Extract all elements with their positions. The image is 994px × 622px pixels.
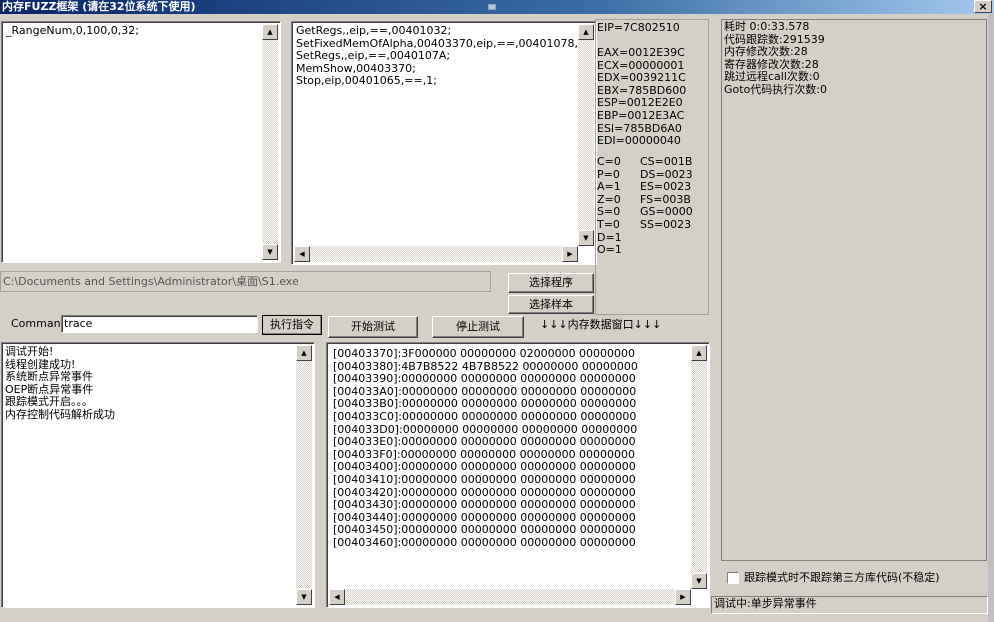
eip-register: EIP=7C802510 [597,21,680,34]
scroll-down-icon[interactable]: ▼ [691,573,707,589]
script-line: Stop,eip,00401065,==,1; [296,74,437,88]
execute-command-button[interactable]: 执行指令 [262,315,322,335]
flag-registers: C=0 P=0 A=1 Z=0 S=0 T=0 D=1 O=1 [597,155,622,257]
memory-vscroll[interactable]: ▲ ▼ [691,345,707,589]
log-line: 系统断点异常事件 [5,370,93,384]
skip-third-party-label: 跟踪模式时不跟踪第三方库代码(不稳定) [744,571,940,584]
scroll-left-icon[interactable]: ◀ [329,589,345,605]
scroll-right-icon[interactable]: ▶ [675,589,691,605]
stats-text: 耗时 0:0:33.578 代码跟踪数:291539 内存修改次数:28 寄存器修改次… [724,20,828,97]
memory-text: [00403370]:3F000000 00000000 02000000 00… [333,347,638,550]
log-textarea[interactable]: 调试开始! 线程创建成功! 系统断点异常事件 OEP断点异常事件 跟踪模式开启。。。 内存… [1,342,315,608]
register-value: EDX=0039211C [597,71,686,85]
range-text: _RangeNum,0,100,0,32; [6,24,139,38]
script-text: GetRegs,,eip,==,00401032; SetFixedMemOfAl… [296,24,589,88]
program-path-field[interactable]: C:\Documents and Settings\Administrator\… [0,271,491,292]
range-line: _RangeNum,0,100,0,32; [6,24,139,37]
memory-line: [00403430]:00000000 00000000 00000000 00… [333,498,636,512]
scroll-up-icon[interactable]: ▲ [262,24,278,40]
script-line: SetRegs,,eip,==,0040107A; [296,49,451,63]
status-bar: 调试中:单步异常事件 [711,596,988,614]
window-titlebar[interactable]: 内存FUZZ框架 (请在32位系统下使用) × [0,0,994,14]
log-line: 内存控制代码解析成功 [5,407,115,421]
log-vscroll[interactable]: ▲ ▼ [296,345,312,605]
general-registers: EAX=0012E39C ECX=00000001 EDX=0039211C EBX=… [597,46,686,148]
log-text: 调试开始! 线程创建成功! 系统断点异常事件 OEP断点异常事件 跟踪模式开启。。。 内存… [5,345,115,422]
skip-third-party-checkbox[interactable] [727,572,739,584]
stat-line: 耗时 0:0:33.578 [724,20,810,33]
segment-value: CS=001B [640,155,693,168]
window-edge [988,14,994,622]
scroll-up-icon[interactable]: ▲ [691,345,707,361]
command-input[interactable]: trace [61,315,258,333]
flag-value: O=1 [597,243,622,257]
select-program-button[interactable]: 选择程序 [508,273,594,293]
register-value: EBP=0012E3AC [597,108,685,122]
flag-value: T=0 [597,217,620,231]
select-sample-button[interactable]: 选择样本 [508,295,594,314]
stats-panel: 耗时 0:0:33.578 代码跟踪数:291539 内存修改次数:28 寄存器修改次… [721,19,987,561]
segment-registers: CS=001B DS=0023 ES=0023 FS=003B GS=0000 SS=00… [640,155,693,232]
scroll-right-icon[interactable]: ▶ [562,246,578,262]
range-vscroll[interactable]: ▲ ▼ [262,24,278,260]
script-textarea[interactable]: GetRegs,,eip,==,00401032; SetFixedMemOfAl… [291,21,597,265]
memory-line: [00403390]:00000000 00000000 00000000 00… [333,372,636,386]
memory-textarea[interactable]: [00403370]:3F000000 00000000 02000000 00… [326,342,710,608]
window-title: 内存FUZZ框架 (请在32位系统下使用) [2,0,196,13]
titlebar-grip [488,4,496,10]
register-value: EDI=00000040 [597,134,681,148]
log-line: 调试开始! [5,345,54,358]
script-line: GetRegs,,eip,==,00401032; [296,24,452,37]
scroll-up-icon[interactable]: ▲ [296,345,312,361]
start-test-button[interactable]: 开始测试 [328,316,418,338]
scroll-down-icon[interactable]: ▼ [296,589,312,605]
flag-value: A=1 [597,180,621,194]
memory-hscroll[interactable]: ◀ ▶ [329,589,691,605]
range-textarea[interactable]: _RangeNum,0,100,0,32; ▲ ▼ [1,21,281,263]
close-button[interactable]: × [974,0,992,13]
memory-line: [00403410]:00000000 00000000 00000000 00… [333,472,636,486]
scroll-down-icon[interactable]: ▼ [578,230,594,246]
stat-line: Goto代码执行次数:0 [724,82,828,96]
memory-line: [00403370]:3F000000 00000000 02000000 00… [333,347,636,360]
memory-line: [00403460]:00000000 00000000 00000000 00… [333,535,636,549]
script-hscroll[interactable]: ◀ ▶ [294,246,578,262]
registers-panel: EIP=7C802510 EAX=0012E39C ECX=00000001 EDX… [595,19,709,315]
scroll-up-icon[interactable]: ▲ [578,24,594,40]
memory-window-label: ↓↓↓内存数据窗口↓↓↓ [540,318,662,331]
script-vscroll[interactable]: ▲ ▼ [578,24,594,246]
scroll-down-icon[interactable]: ▼ [262,244,278,260]
scroll-left-icon[interactable]: ◀ [294,246,310,262]
register-value: EAX=0012E39C [597,46,685,59]
stat-line: 内存修改次数:28 [724,45,808,59]
flag-value: C=0 [597,155,621,168]
segment-value: ES=0023 [640,180,692,194]
segment-value: SS=0023 [640,217,692,231]
memory-line: [004033C0]:00000000 00000000 00000000 00… [333,409,637,423]
stop-test-button[interactable]: 停止测试 [432,316,524,338]
memory-line: [004033E0]:00000000 00000000 00000000 00… [333,435,636,449]
command-label: Command [11,317,68,330]
